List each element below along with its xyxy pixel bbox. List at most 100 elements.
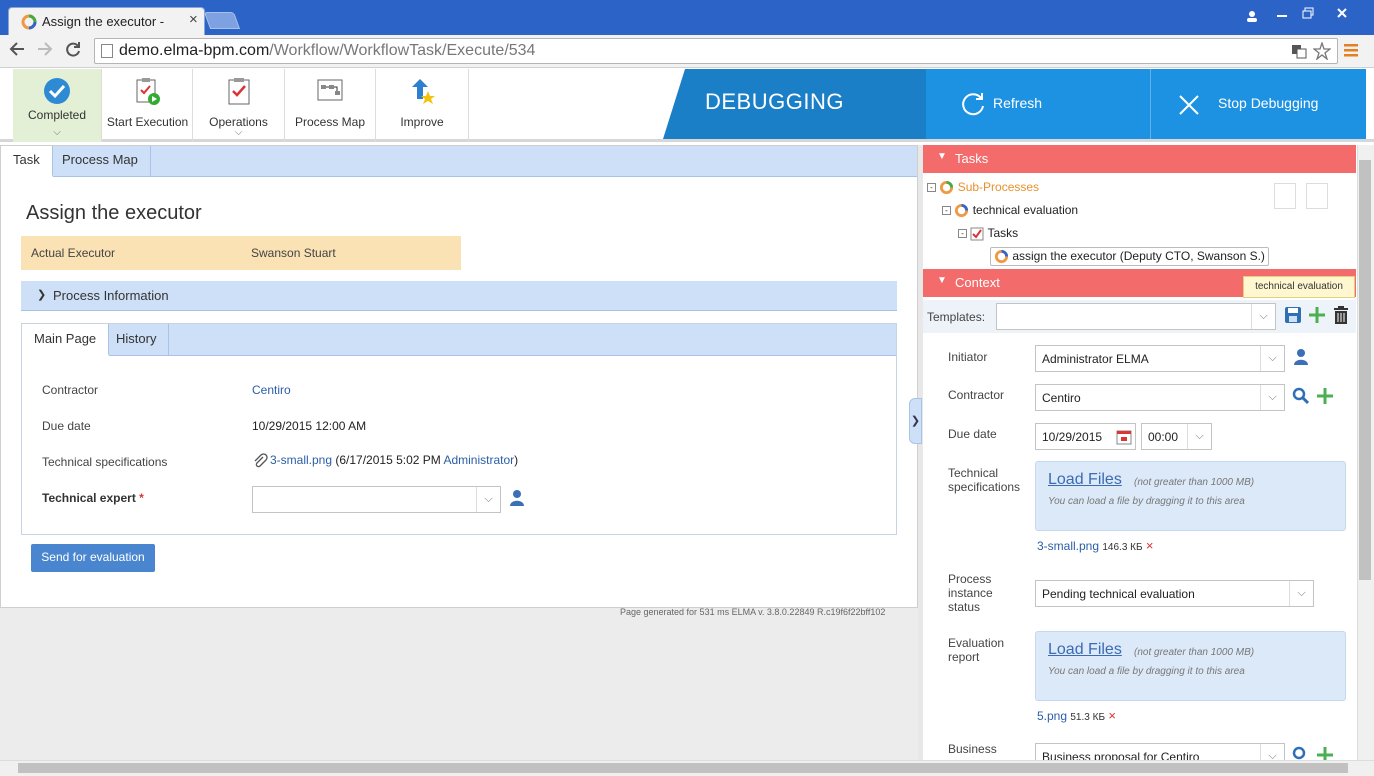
user-select-icon[interactable]	[509, 489, 525, 507]
tooltip: technical evaluation	[1243, 276, 1355, 298]
tech-spec-file-link[interactable]: 3-small.png	[1037, 539, 1099, 553]
forward-icon[interactable]	[36, 40, 54, 63]
collapse-all-icon[interactable]	[1306, 183, 1328, 209]
improve-button[interactable]: Improve	[376, 69, 469, 142]
drag-hint: You can load a file by dragging it to th…	[1048, 496, 1245, 507]
chevron-down-icon[interactable]: ⌵	[1260, 744, 1284, 760]
debugging-banner: DEBUGGING	[663, 69, 926, 139]
send-for-evaluation-button[interactable]: Send for evaluation	[31, 544, 155, 572]
checkmark-circle-icon	[44, 78, 70, 104]
evaluation-file-link[interactable]: 5.png	[1037, 709, 1067, 723]
load-files-link[interactable]: Load Files	[1048, 471, 1122, 489]
collapse-pane-button[interactable]: ❯	[909, 398, 922, 444]
new-tab-button[interactable]	[203, 12, 241, 29]
start-execution-button[interactable]: Start Execution	[103, 69, 193, 142]
tree-node-tasks[interactable]: - Tasks	[958, 226, 1018, 241]
chevron-down-icon: ▼	[937, 151, 947, 162]
page-footer: Page generated for 531 ms ELMA v. 3.8.0.…	[620, 607, 886, 617]
business-label: Business	[948, 742, 997, 756]
technical-evaluation-label: technical evaluation	[972, 203, 1079, 217]
trash-icon[interactable]	[1332, 305, 1350, 325]
tree-collapse-icon[interactable]: -	[927, 183, 936, 193]
tech-spec-file-link[interactable]: 3-small.png	[270, 453, 332, 467]
stop-debugging-button[interactable]: Stop Debugging	[1150, 69, 1366, 139]
search-icon[interactable]	[1292, 746, 1310, 760]
refresh-icon	[962, 93, 984, 116]
evaluation-report-dropzone[interactable]: Load Files (not greater than 1000 MB) Yo…	[1035, 631, 1346, 701]
tree-node-technical-evaluation[interactable]: - technical evaluation	[942, 203, 1078, 218]
horizontal-scroll-thumb[interactable]	[18, 763, 1348, 773]
chevron-down-icon[interactable]: ⌵	[1260, 346, 1284, 371]
tree-node-sub-processes[interactable]: - Sub-Processes	[927, 180, 1039, 195]
expand-all-icon[interactable]	[1274, 183, 1296, 209]
chevron-down-icon[interactable]: ⌵	[1187, 424, 1211, 449]
delete-file-icon[interactable]: ×	[1146, 538, 1154, 553]
actual-executor-bar: Actual Executor Swanson Stuart	[21, 236, 461, 270]
user-select-icon[interactable]	[1293, 348, 1309, 366]
due-date-label: Due date	[948, 427, 997, 441]
due-time-select[interactable]: 00:00 ⌵	[1141, 423, 1212, 450]
tasks-header[interactable]: ▼ Tasks	[923, 145, 1356, 173]
status-select[interactable]: Pending technical evaluation ⌵	[1035, 580, 1314, 607]
user-profile-icon[interactable]	[1238, 7, 1266, 24]
close-icon	[1179, 95, 1199, 115]
menu-icon[interactable]	[1344, 42, 1358, 61]
close-tab-icon[interactable]: ×	[189, 11, 198, 28]
process-map-button[interactable]: Process Map	[285, 69, 376, 142]
add-icon[interactable]	[1308, 306, 1326, 324]
close-window-icon[interactable]	[1322, 7, 1362, 24]
translate-icon[interactable]	[1291, 43, 1307, 59]
actual-executor-label: Actual Executor	[31, 246, 116, 260]
debugging-label: DEBUGGING	[705, 89, 844, 114]
tasks-node-label: Tasks	[987, 226, 1019, 240]
add-icon[interactable]	[1316, 387, 1334, 405]
chevron-down-icon[interactable]: ⌵	[1251, 304, 1275, 329]
back-icon[interactable]	[8, 40, 26, 63]
contractor-link[interactable]: Centiro	[252, 383, 291, 397]
minimize-icon[interactable]	[1268, 7, 1296, 24]
bookmark-star-icon[interactable]	[1313, 42, 1331, 60]
stop-debugging-label: Stop Debugging	[1218, 95, 1319, 111]
contractor-select[interactable]: Centiro ⌵	[1035, 384, 1285, 411]
completed-button[interactable]: Completed ⌵	[13, 69, 102, 142]
chevron-down-icon[interactable]: ⌵	[476, 487, 500, 512]
chevron-down-icon[interactable]: ⌵	[1260, 385, 1284, 410]
operations-button[interactable]: Operations ⌵	[193, 69, 285, 142]
reload-icon[interactable]	[64, 40, 82, 63]
initiator-select[interactable]: Administrator ELMA ⌵	[1035, 345, 1285, 372]
add-icon[interactable]	[1316, 746, 1334, 760]
load-files-link[interactable]: Load Files	[1048, 641, 1122, 659]
completed-label: Completed	[27, 108, 87, 122]
business-select[interactable]: Business proposal for Centiro ⌵	[1035, 743, 1285, 760]
search-icon[interactable]	[1292, 387, 1310, 405]
inner-tab-bar: Main Page History	[22, 324, 896, 356]
tab-main-page[interactable]: Main Page	[22, 324, 110, 356]
technical-expert-select[interactable]: ⌵	[252, 486, 501, 513]
initiator-value: Administrator ELMA	[1042, 352, 1149, 366]
browser-tab[interactable]: Assign the executor - ×	[8, 7, 205, 35]
process-map-icon	[317, 79, 343, 101]
tab-task[interactable]: Task	[1, 146, 53, 177]
tab-process-map[interactable]: Process Map	[50, 146, 151, 177]
templates-select[interactable]: ⌵	[996, 303, 1276, 330]
improve-icon	[412, 79, 435, 104]
chevron-down-icon[interactable]: ⌵	[1289, 581, 1313, 606]
tree-collapse-icon[interactable]: -	[958, 229, 967, 239]
tab-history[interactable]: History	[104, 324, 170, 356]
refresh-button[interactable]: Refresh	[926, 69, 1150, 139]
vertical-scroll-thumb[interactable]	[1359, 160, 1371, 580]
tech-spec-dropzone[interactable]: Load Files (not greater than 1000 MB) Yo…	[1035, 461, 1346, 531]
delete-file-icon[interactable]: ×	[1108, 708, 1116, 723]
process-information-toggle[interactable]: ❯ Process Information	[21, 281, 897, 311]
tree-node-assign-executor[interactable]: assign the executor (Deputy CTO, Swanson…	[990, 247, 1269, 267]
tree-collapse-icon[interactable]: -	[942, 206, 951, 216]
actual-executor-value: Swanson Stuart	[251, 246, 336, 260]
restore-icon[interactable]	[1294, 7, 1322, 24]
due-date-value: 10/29/2015 12:00 AM	[252, 419, 367, 433]
save-icon[interactable]	[1284, 306, 1302, 324]
size-limit-note: (not greater than 1000 MB)	[1134, 477, 1255, 488]
tech-spec-user-link[interactable]: Administrator	[443, 453, 514, 467]
file-size: 51.3 КБ	[1070, 712, 1106, 723]
calendar-icon[interactable]	[1116, 429, 1132, 445]
url-input[interactable]: demo.elma-bpm.com/Workflow/WorkflowTask/…	[94, 38, 1338, 64]
